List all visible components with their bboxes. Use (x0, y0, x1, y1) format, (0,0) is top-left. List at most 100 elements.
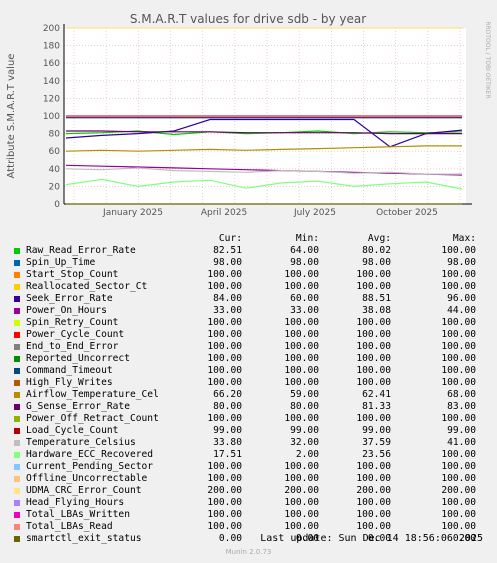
legend-min-value: 100.00 (284, 281, 319, 292)
legend-swatch (14, 512, 20, 518)
legend-avg-value: 23.56 (362, 449, 391, 460)
legend-label: Load_Cycle_Count (26, 425, 119, 436)
legend-cur-value: 99.00 (213, 425, 242, 436)
legend-item: End_to_End_Error 100.00 100.00 100.00 100.00 (0, 341, 497, 353)
legend-swatch (14, 428, 20, 434)
legend-min-value: 80.00 (290, 401, 319, 412)
legend-max-value: 100.00 (441, 365, 476, 376)
legend-avg-value: 100.00 (356, 317, 391, 328)
legend: Cur: Min: Avg: Max: Raw_Read_Error_Rate 8… (0, 233, 497, 545)
header-max: Max: (452, 233, 476, 244)
legend-item: Head_Flying_Hours 100.00 100.00 100.00 100.0… (0, 497, 497, 509)
legend-cur-value: 84.00 (213, 293, 242, 304)
legend-avg-value: 100.00 (356, 365, 391, 376)
legend-min-value: 99.00 (290, 425, 319, 436)
header-avg: Avg: (367, 233, 391, 244)
legend-avg-value: 98.00 (362, 257, 391, 268)
legend-label: G_Sense_Error_Rate (26, 401, 130, 412)
legend-item: G_Sense_Error_Rate 80.00 80.00 81.33 83.00 (0, 401, 497, 413)
legend-cur-value: 100.00 (207, 317, 242, 328)
y-tick-label: 140 (43, 77, 60, 87)
legend-min-value: 100.00 (284, 521, 319, 532)
y-tick-label: 20 (49, 182, 61, 192)
legend-label: Raw_Read_Error_Rate (26, 245, 136, 256)
legend-min-value: 59.00 (290, 389, 319, 400)
legend-cur-value: 100.00 (207, 521, 242, 532)
chart-title: S.M.A.R.T values for drive sdb - by year (130, 12, 366, 26)
legend-min-value: 64.00 (290, 245, 319, 256)
y-tick-label: 180 (43, 42, 60, 52)
legend-label: Hardware_ECC_Recovered (26, 449, 154, 460)
legend-max-value: 100.00 (441, 449, 476, 460)
y-tick-label: 40 (49, 165, 61, 175)
legend-min-value: 100.00 (284, 473, 319, 484)
legend-cur-value: 80.00 (213, 401, 242, 412)
legend-cur-value: 100.00 (207, 461, 242, 472)
legend-label: Start_Stop_Count (26, 269, 119, 280)
legend-cur-value: 100.00 (207, 377, 242, 388)
legend-cur-value: 100.00 (207, 497, 242, 508)
header-cur: Cur: (218, 233, 242, 244)
legend-item: Power_Off_Retract_Count 100.00 100.00 100.0… (0, 413, 497, 425)
legend-cur-value: 100.00 (207, 413, 242, 424)
legend-cur-value: 98.00 (213, 257, 242, 268)
legend-max-value: 100.00 (441, 281, 476, 292)
legend-max-value: 200.00 (441, 485, 476, 496)
legend-swatch (14, 344, 20, 350)
legend-min-value: 100.00 (284, 353, 319, 364)
legend-avg-value: 100.00 (356, 413, 391, 424)
legend-label: Total_LBAs_Written (26, 509, 130, 520)
legend-item: Total_LBAs_Read 100.00 100.00 100.00 100.00 (0, 521, 497, 533)
legend-min-value: 100.00 (284, 317, 319, 328)
legend-item: Spin_Up_Time 98.00 98.00 98.00 98.00 (0, 257, 497, 269)
legend-swatch (14, 464, 20, 470)
munin-version: Munin 2.0.73 (225, 548, 272, 556)
legend-min-value: 2.00 (295, 449, 319, 460)
legend-avg-value: 81.33 (362, 401, 391, 412)
legend-item: Raw_Read_Error_Rate 82.51 64.00 80.02 100.00 (0, 245, 497, 257)
legend-min-value: 200.00 (284, 485, 319, 496)
header-min: Min: (295, 233, 319, 244)
legend-avg-value: 100.00 (356, 341, 391, 352)
legend-avg-value: 100.00 (356, 269, 391, 280)
y-tick-label: 0 (54, 200, 60, 210)
legend-max-value: 68.00 (447, 389, 476, 400)
legend-swatch (14, 296, 20, 302)
last-update: Last update: Sun Dec 14 18:56:06 2025 (260, 533, 483, 544)
legend-swatch (14, 332, 20, 338)
legend-label: Airflow_Temperature_Cel (26, 389, 159, 400)
legend-avg-value: 100.00 (356, 497, 391, 508)
legend-cur-value: 100.00 (207, 269, 242, 280)
legend-avg-value: 100.00 (356, 509, 391, 520)
legend-swatch (14, 260, 20, 266)
legend-max-value: 100.00 (441, 497, 476, 508)
legend-item: Seek_Error_Rate 84.00 60.00 88.51 96.00 (0, 293, 497, 305)
legend-max-value: 100.00 (441, 461, 476, 472)
legend-label: End_to_End_Error (26, 341, 119, 352)
y-tick-label: 80 (49, 130, 61, 140)
legend-max-value: 100.00 (441, 269, 476, 280)
legend-swatch (14, 248, 20, 254)
legend-max-value: 100.00 (441, 473, 476, 484)
legend-swatch (14, 308, 20, 314)
legend-max-value: 100.00 (441, 353, 476, 364)
legend-max-value: 100.00 (441, 317, 476, 328)
y-tick-label: 120 (43, 94, 60, 104)
legend-cur-value: 17.51 (213, 449, 242, 460)
legend-cur-value: 100.00 (207, 365, 242, 376)
x-tick-label: January 2025 (102, 208, 163, 218)
legend-max-value: 100.00 (441, 509, 476, 520)
legend-avg-value: 62.41 (362, 389, 391, 400)
legend-avg-value: 100.00 (356, 377, 391, 388)
legend-max-value: 100.00 (441, 341, 476, 352)
chart-svg: 0 20 40 60 80 100 120 140 160 180 200 January 2025… (6, 12, 491, 218)
legend-swatch (14, 320, 20, 326)
x-tick-labels: January 2025 April 2025 July 2025 October 2… (102, 208, 438, 218)
legend-label: Power_On_Hours (26, 305, 107, 316)
legend-swatch (14, 272, 20, 278)
legend-avg-value: 37.59 (362, 437, 391, 448)
y-axis-label: Attribute S.M.A.R.T value (6, 54, 17, 179)
legend-min-value: 100.00 (284, 269, 319, 280)
legend-avg-value: 99.00 (362, 425, 391, 436)
legend-swatch (14, 524, 20, 530)
